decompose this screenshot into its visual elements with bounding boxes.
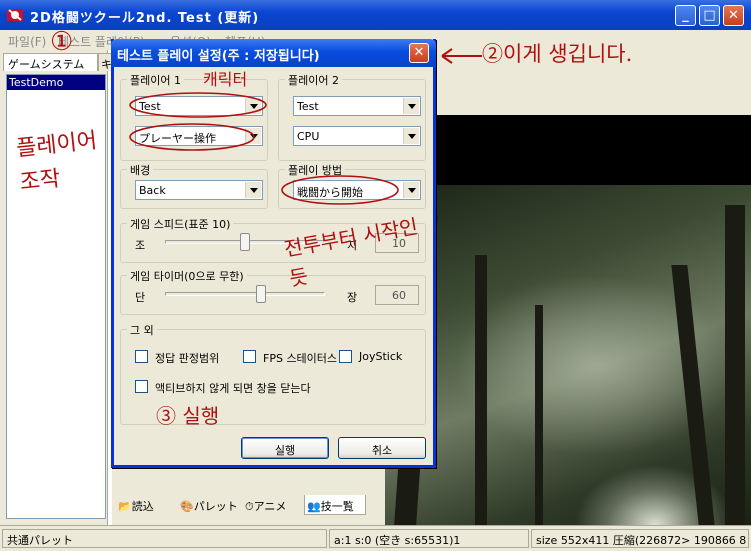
game-speed-value: 10 [375,233,419,253]
close-when-inactive-checkbox[interactable] [135,380,148,393]
joystick-checkbox[interactable] [339,350,352,363]
play-method-select[interactable]: 戦闘から開始 [293,180,421,200]
dialog-close-button[interactable]: ✕ [409,43,429,63]
game-speed-max-label: 지 [347,239,358,252]
cancel-button[interactable]: 취소 [338,437,426,459]
system-list: TestDemo [6,74,106,519]
dialog-title-bar: 테스트 플레이 설정(주 : 저장됩니다) ✕ [111,39,436,67]
status-slot: a:1 s:0 (空き s:65531)1 [329,529,529,548]
chevron-down-icon [245,98,261,114]
list-item[interactable]: TestDemo [7,75,105,90]
player2-character-select[interactable]: Test [293,96,421,116]
player1-group: 플레이어 1 Test プレーヤー操作 [120,72,268,161]
tab-palette[interactable]: 🎨パレット [178,495,240,515]
game-timer-label: 게임 타이머(0으로 무한) [127,268,247,284]
close-when-inactive-label: 액티브하지 않게 되면 창을 닫는다 [155,382,311,395]
other-label: 그 외 [127,322,157,338]
status-bar: 共通パレット a:1 s:0 (空き s:65531)1 size 552x41… [0,525,751,551]
menu-file[interactable]: 파일(F) [8,33,46,50]
game-speed-min-label: 조 [135,239,146,252]
tab-game-system[interactable]: ゲームシステム [3,53,98,71]
moves-list-icon: 👥 [307,500,321,513]
preview-image [385,115,751,525]
player2-control-select[interactable]: CPU [293,126,421,146]
player2-group: 플레이어 2 Test CPU [278,72,426,161]
tab-key[interactable]: キ [98,53,112,71]
hitbox-label: 정답 판정범위 [155,352,220,365]
main-title-bar: 2D格闘ツクール2nd. Test (更新) _ □ ✕ [0,0,751,30]
maximize-button[interactable]: □ [699,5,720,26]
game-timer-track [165,292,325,296]
status-palette: 共通パレット [2,529,327,548]
window-title: 2D格闘ツクール2nd. Test (更新) [30,11,260,26]
player2-label: 플레이어 2 [285,72,342,88]
other-group: 그 외 정답 판정범위 FPS 스테이터스 JoyStick 액티브하지 않게 … [120,322,426,425]
chevron-down-icon [403,182,419,198]
minimize-button[interactable]: _ [675,5,696,26]
game-timer-slider[interactable] [256,285,266,303]
joystick-label: JoyStick [359,350,403,363]
fps-status-checkbox[interactable] [243,350,256,363]
game-speed-label: 게임 스피드(표준 10) [127,216,234,232]
game-timer-max-label: 장 [347,291,358,304]
tab-load[interactable]: 📂読込 [116,495,156,515]
background-group: 배경 Back [120,162,268,209]
player1-label: 플레이어 1 [127,72,184,88]
play-method-group: 플레이 방법 戦闘から開始 [278,162,426,209]
chevron-down-icon [403,98,419,114]
palette-icon: 🎨 [180,500,194,513]
test-play-settings-dialog: 테스트 플레이 설정(주 : 저장됩니다) ✕ 플레이어 1 Test プレーヤ… [111,39,436,468]
player1-control-select[interactable]: プレーヤー操作 [135,126,263,146]
game-speed-slider[interactable] [240,233,250,251]
background-label: 배경 [127,162,154,178]
fps-status-label: FPS 스테이터스 [263,352,338,365]
play-method-label: 플레이 방법 [285,162,346,178]
close-button[interactable]: ✕ [723,5,744,26]
animation-icon: ⏱ [245,500,254,513]
player1-character-select[interactable]: Test [135,96,263,116]
tab-moves-list[interactable]: 👥技一覧 [304,495,366,515]
left-panel: ゲームシステム キ TestDemo [0,50,112,525]
chevron-down-icon [245,182,261,198]
game-timer-min-label: 단 [135,291,146,304]
hitbox-checkbox[interactable] [135,350,148,363]
tab-animation[interactable]: ⏱アニメ [243,495,288,515]
chevron-down-icon [403,128,419,144]
status-size: size 552x411 圧縮(226872> 190866 8 [531,529,749,548]
game-timer-group: 게임 타이머(0으로 무한) 단 장 60 [120,268,426,315]
background-select[interactable]: Back [135,180,263,200]
bottom-tab-bar: 📂読込 🎨パレット ⏱アニメ 👥技一覧 [112,493,385,517]
app-icon [7,9,23,21]
folder-open-icon: 📂 [118,500,132,513]
dialog-title: 테스트 플레이 설정(주 : 저장됩니다) [117,49,320,64]
game-timer-value: 60 [375,285,419,305]
run-button[interactable]: 실행 [241,437,329,459]
chevron-down-icon [245,128,261,144]
game-speed-group: 게임 스피드(표준 10) 조 지 10 [120,216,426,263]
